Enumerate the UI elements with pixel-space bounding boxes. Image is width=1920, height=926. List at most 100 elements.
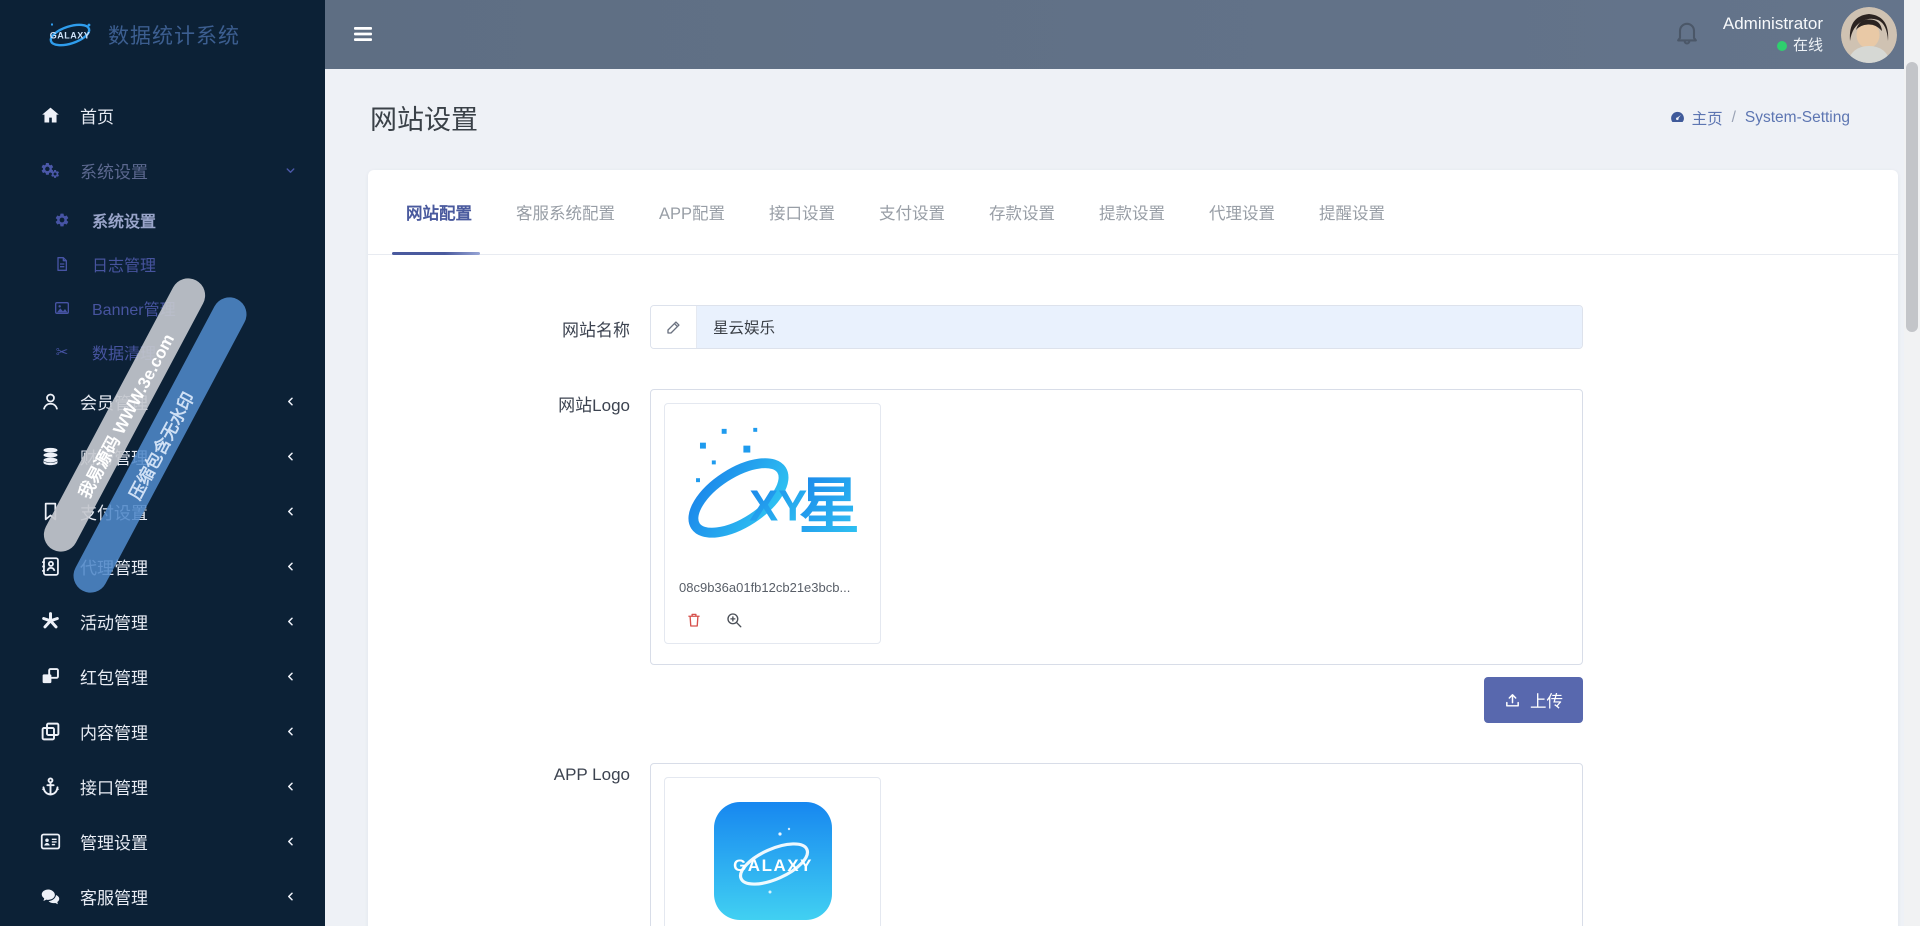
bell-icon <box>1676 22 1697 45</box>
sidebar-item-label: 日志管理 <box>92 258 157 275</box>
tab-item[interactable]: 提醒设置 <box>1319 170 1385 254</box>
home-icon <box>36 105 64 126</box>
galaxy-logo-icon: GALAXY <box>49 23 91 46</box>
delete-logo-button[interactable] <box>685 611 703 629</box>
sidebar-item-activity-management[interactable]: 活动管理 <box>0 594 325 649</box>
tab-item[interactable]: 网站配置 <box>392 170 480 255</box>
sidebar-item-label: Banner管理 <box>92 302 176 319</box>
sidebar-item-system-settings[interactable]: 系统设置 <box>0 143 325 198</box>
dashboard-icon <box>1670 111 1684 123</box>
breadcrumb: 主页 / System-Setting <box>1669 107 1850 129</box>
cubes-icon <box>36 666 64 687</box>
hamburger-icon <box>354 27 372 41</box>
site-logo-row: 网站Logo XY 星 08c9b36a01fb12cb21e3bcb... <box>368 389 1898 665</box>
sidebar-item-label: 代理管理 <box>80 559 148 578</box>
sidebar-item-label: 系统设置 <box>92 214 157 231</box>
sidebar-item-agent-management[interactable]: 代理管理 <box>0 539 325 594</box>
user-status: 在线 <box>1723 36 1823 56</box>
main-content: 网站设置 主页 / System-Setting 网站配置 客服系统配置 APP配置… <box>325 69 1920 926</box>
site-name-input-group <box>650 305 1583 349</box>
sidebar-item-home[interactable]: 首页 <box>0 88 325 143</box>
site-logo-thumbnail: XY 星 08c9b36a01fb12cb21e3bcb... <box>664 403 881 644</box>
tab-item[interactable]: 存款设置 <box>989 170 1055 254</box>
comments-icon <box>36 886 64 907</box>
site-name-input[interactable] <box>697 306 1582 348</box>
search-plus-icon <box>727 613 742 628</box>
id-card-icon <box>36 831 64 852</box>
clone-icon <box>36 721 64 742</box>
chevron-left-icon <box>284 780 297 793</box>
scrollbar-track[interactable] <box>1904 0 1920 926</box>
sidebar-item-admin-settings[interactable]: 管理设置 <box>0 814 325 869</box>
brand-logo-text: GALAXY <box>50 30 91 40</box>
topbar: Administrator 在线 <box>325 0 1920 69</box>
sidebar-item-redpacket-management[interactable]: 红包管理 <box>0 649 325 704</box>
app-logo-text: GALAXY <box>733 856 813 875</box>
sidebar-nav: 首页 系统设置 系统设置 日志管理 Banner管理 ✂ 数据清理 会员管理 财务管理 支付设置代… <box>0 69 325 924</box>
tab-item[interactable]: 支付设置 <box>879 170 945 254</box>
avatar[interactable] <box>1841 6 1897 63</box>
anchor-icon <box>36 776 64 797</box>
sidebar: GALAXY 数据统计系统 首页 系统设置 系统设置 日志管理 Banner管理 ✂ 数据清… <box>0 0 325 926</box>
app-logo-label: APP Logo <box>553 765 630 784</box>
sidebar-item-service-management[interactable]: 客服管理 <box>0 869 325 924</box>
site-logo-image: XY 星 <box>675 414 870 572</box>
upload-icon <box>1506 693 1519 707</box>
site-name-label: 网站名称 <box>562 321 630 340</box>
gear-icon <box>48 212 76 228</box>
sidebar-item-finance-management[interactable]: 财务管理 <box>0 429 325 484</box>
preview-logo-button[interactable] <box>725 611 743 629</box>
app-logo-row: APP Logo GALAXY <box>368 763 1898 926</box>
chevron-left-icon <box>284 890 297 903</box>
topbar-right: Administrator 在线 <box>1673 0 1897 69</box>
sidebar-item-api-management[interactable]: 接口管理 <box>0 759 325 814</box>
page-title: 网站设置 <box>370 105 478 135</box>
chevron-left-icon <box>284 395 297 408</box>
tab-item[interactable]: APP配置 <box>659 170 725 254</box>
tab-item[interactable]: 客服系统配置 <box>516 170 615 254</box>
chevron-left-icon <box>284 505 297 518</box>
scrollbar-thumb[interactable] <box>1906 62 1918 332</box>
edit-icon <box>651 306 697 348</box>
tab-item[interactable]: 提款设置 <box>1099 170 1165 254</box>
image-icon <box>48 300 76 316</box>
sidebar-toggle-button[interactable] <box>351 22 377 48</box>
sidebar-item-log-management[interactable]: 日志管理 <box>0 242 325 286</box>
upload-row: 上传 <box>368 677 1898 723</box>
sidebar-item-label: 活动管理 <box>80 614 148 633</box>
cogs-icon <box>36 160 64 181</box>
user-block[interactable]: Administrator 在线 <box>1723 13 1823 56</box>
breadcrumb-current-link[interactable]: System-Setting <box>1745 109 1850 127</box>
address-book-icon <box>36 556 64 577</box>
upload-button[interactable]: 上传 <box>1484 677 1583 723</box>
notifications-button[interactable] <box>1673 18 1701 51</box>
site-logo-label: 网站Logo <box>558 396 630 415</box>
page-head: 网站设置 主页 / System-Setting <box>370 95 1850 140</box>
settings-tabs: 网站配置 客服系统配置 APP配置 接口设置 支付设置 存款设置 提款设置 代理设置 提醒设置 <box>368 170 1898 255</box>
sidebar-item-member-management[interactable]: 会员管理 <box>0 374 325 429</box>
tab-item[interactable]: 接口设置 <box>769 170 835 254</box>
settings-card: 网站配置 客服系统配置 APP配置 接口设置 支付设置 存款设置 提款设置 代理设置 提醒设置 … <box>368 170 1898 926</box>
online-status-dot <box>1776 40 1787 51</box>
avatar-image <box>1841 6 1897 63</box>
sidebar-item-label: 红包管理 <box>80 669 148 688</box>
sidebar-item-banner-management[interactable]: Banner管理 <box>0 286 325 330</box>
breadcrumb-home-link[interactable]: 主页 <box>1669 107 1723 129</box>
chevron-left-icon <box>284 450 297 463</box>
sidebar-item-system-settings-sub[interactable]: 系统设置 <box>0 198 325 242</box>
breadcrumb-separator: / <box>1731 108 1736 126</box>
online-status-label: 在线 <box>1792 36 1823 54</box>
sidebar-item-label: 会员管理 <box>80 394 148 413</box>
bookmark-icon <box>36 501 64 522</box>
upload-button-label: 上传 <box>1530 693 1563 711</box>
sidebar-item-label: 系统设置 <box>80 163 148 182</box>
trash-icon <box>688 613 700 627</box>
site-logo-box: XY 星 08c9b36a01fb12cb21e3bcb... <box>650 389 1583 665</box>
sidebar-item-payment-settings[interactable]: 支付设置 <box>0 484 325 539</box>
file-icon <box>48 256 76 272</box>
sidebar-item-content-management[interactable]: 内容管理 <box>0 704 325 759</box>
sidebar-item-data-cleanup[interactable]: ✂ 数据清理 <box>0 330 325 374</box>
app-logo-box: GALAXY <box>650 763 1583 926</box>
tab-item[interactable]: 代理设置 <box>1209 170 1275 254</box>
sidebar-item-label: 财务管理 <box>80 449 148 468</box>
